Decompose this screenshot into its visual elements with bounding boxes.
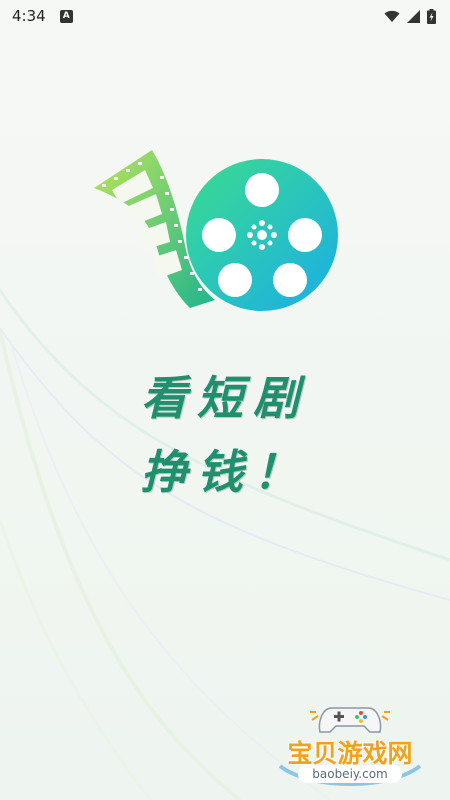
app-logo bbox=[94, 150, 338, 311]
status-time: 4:34 bbox=[12, 7, 46, 25]
signal-icon bbox=[407, 9, 420, 23]
status-icons bbox=[384, 8, 436, 24]
slogan-line-2: 挣钱！ bbox=[141, 445, 309, 499]
notification-a-icon: A bbox=[59, 9, 73, 23]
battery-icon bbox=[427, 8, 436, 24]
watermark: 宝贝游戏网 baobeiy.com bbox=[270, 700, 430, 795]
slogan-line-1: 看短剧 bbox=[141, 371, 309, 425]
watermark-url: baobeiy.com bbox=[298, 765, 402, 783]
film-reel-icon bbox=[186, 159, 338, 311]
wifi-icon bbox=[384, 10, 400, 22]
status-bar: 4:34 A bbox=[0, 0, 450, 32]
